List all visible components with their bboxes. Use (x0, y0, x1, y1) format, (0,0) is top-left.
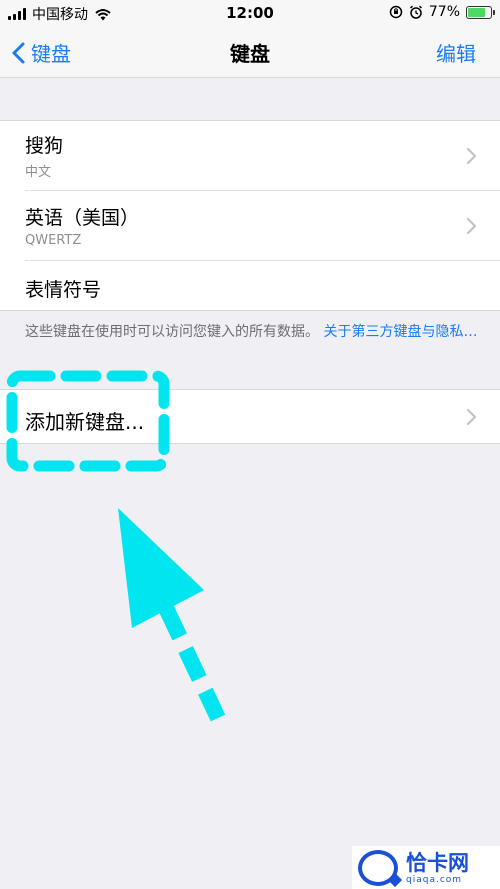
chevron-right-icon (466, 408, 477, 426)
battery-percent: 77% (428, 4, 460, 20)
alarm-icon (409, 5, 422, 19)
site-watermark: 恰卡网 qiaqa.com (352, 846, 500, 889)
pointer-arrow-shaft (158, 604, 226, 722)
keyboard-name: 搜狗 (25, 135, 64, 157)
edit-button[interactable]: 编辑 (436, 38, 476, 67)
keyboard-list: 搜狗 中文 英语（美国） QWERTZ 表情符号 (0, 120, 500, 311)
orientation-lock-icon (389, 5, 403, 19)
battery-fill (468, 7, 485, 17)
keyboard-row-english[interactable]: 英语（美国） QWERTZ (0, 191, 500, 261)
add-keyboard-group: 添加新键盘... (0, 389, 500, 444)
nav-bar: 键盘 键盘 编辑 (0, 26, 500, 78)
chevron-right-icon (466, 217, 477, 235)
privacy-footer: 这些键盘在使用时可以访问您键入的所有数据。 关于第三方键盘与隐私… (25, 322, 485, 343)
privacy-footer-text: 这些键盘在使用时可以访问您键入的所有数据。 (25, 324, 319, 340)
keyboard-language: 中文 (25, 165, 52, 180)
watermark-logo-icon (358, 849, 398, 886)
keyboard-name: 英语（美国） (25, 207, 140, 229)
keyboard-row-emoji[interactable]: 表情符号 (0, 261, 500, 312)
keyboard-layout: QWERTZ (25, 233, 82, 248)
status-bar: 中国移动 12:00 77% (0, 0, 500, 26)
keyboard-row-sogou[interactable]: 搜狗 中文 (0, 121, 500, 191)
watermark-text: 恰卡网 qiaqa.com (406, 851, 469, 885)
keyboard-name: 表情符号 (25, 279, 102, 301)
add-new-keyboard-button[interactable]: 添加新键盘... (0, 390, 500, 445)
pointer-arrow-head (118, 508, 204, 628)
chevron-right-icon (466, 147, 477, 165)
privacy-link[interactable]: 关于第三方键盘与隐私… (323, 324, 477, 340)
add-new-keyboard-label: 添加新键盘... (25, 410, 145, 434)
page-title: 键盘 (230, 42, 270, 66)
watermark-sub: qiaqa.com (406, 874, 463, 885)
battery-icon (466, 5, 495, 19)
watermark-main: 恰卡网 (406, 850, 469, 875)
status-right: 77% (389, 4, 495, 20)
